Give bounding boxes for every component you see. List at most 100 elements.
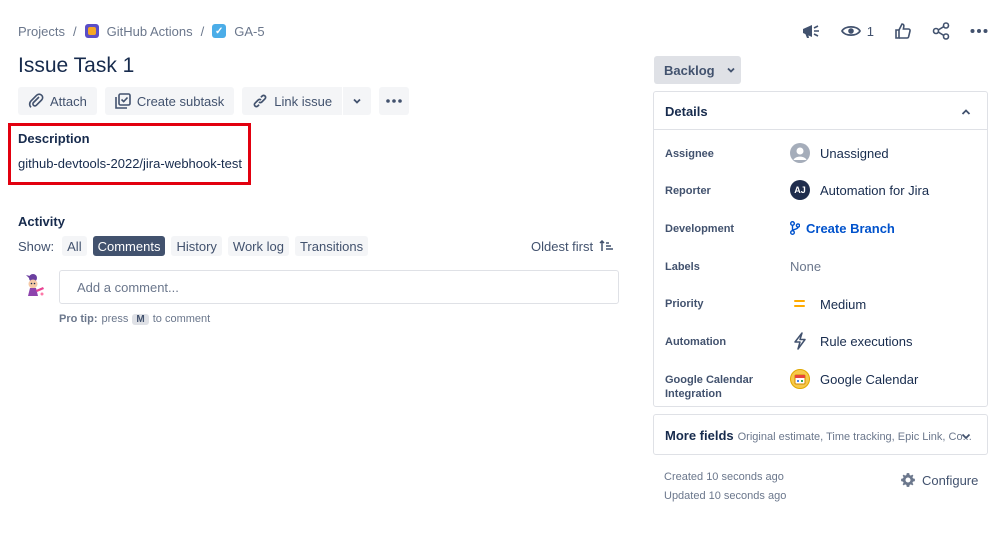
gear-icon <box>901 473 915 487</box>
keyboard-shortcut-key: M <box>132 313 149 325</box>
field-label-development: Development <box>665 223 735 235</box>
activity-heading: Activity <box>18 214 65 229</box>
current-user-avatar <box>26 274 44 296</box>
issue-toolbar: Attach Create subtask Link issue <box>18 87 410 115</box>
field-value-labels[interactable]: None <box>790 255 821 277</box>
breadcrumb-separator: / <box>72 23 77 39</box>
filter-history[interactable]: History <box>171 236 222 256</box>
field-value-reporter[interactable]: AJ Automation for Jira <box>790 179 929 201</box>
rule-executions-link[interactable]: Rule executions <box>790 330 913 352</box>
create-subtask-label: Create subtask <box>136 93 225 109</box>
sort-order-button[interactable]: Oldest first <box>531 236 614 256</box>
attach-label: Attach <box>50 93 87 109</box>
lightning-bolt-icon <box>794 332 806 350</box>
description-content[interactable]: github-devtools-2022/jira-webhook-test <box>18 156 242 171</box>
toolbar-more-button[interactable] <box>379 87 410 115</box>
field-value-assignee[interactable]: Unassigned <box>790 142 889 164</box>
comment-placeholder: Add a comment... <box>77 279 179 295</box>
pro-tip-pre: press <box>101 313 129 325</box>
breadcrumb-projects-link[interactable]: Projects <box>18 24 65 39</box>
pro-tip: Pro tip: press M to comment <box>59 311 210 327</box>
watch-button[interactable]: 1 <box>840 23 874 39</box>
chevron-down-icon <box>726 67 735 73</box>
paperclip-icon <box>28 93 44 108</box>
filter-all[interactable]: All <box>62 236 87 256</box>
priority-value: Medium <box>820 296 867 312</box>
breadcrumb-issue-key-link[interactable]: GA-5 <box>234 24 264 39</box>
field-label-assignee: Assignee <box>665 148 714 160</box>
google-calendar-link[interactable]: Google Calendar <box>790 368 918 390</box>
description-heading: Description <box>18 131 90 146</box>
create-branch-link[interactable]: Create Branch <box>790 217 895 239</box>
unassigned-avatar-icon <box>790 143 810 163</box>
task-type-icon: ✓ <box>212 24 227 38</box>
more-fields-summary: Original estimate, Time tracking, Epic L… <box>737 431 972 443</box>
field-label-priority: Priority <box>665 298 704 310</box>
assignee-name: Unassigned <box>820 145 889 161</box>
updated-timestamp: Updated 10 seconds ago <box>664 490 787 502</box>
more-actions-button[interactable] <box>970 28 988 34</box>
google-calendar-value: Google Calendar <box>820 371 919 387</box>
configure-button[interactable]: Configure <box>900 470 978 490</box>
share-button[interactable] <box>932 22 950 40</box>
link-issue-group: Link issue <box>242 87 372 115</box>
rule-executions-label: Rule executions <box>820 333 913 349</box>
more-fields-header[interactable]: More fields Original estimate, Time trac… <box>665 428 972 444</box>
project-avatar-icon <box>84 24 99 38</box>
show-label: Show: <box>18 238 55 254</box>
google-calendar-icon <box>790 369 810 389</box>
google-calendar-label-line1: Google Calendar <box>665 374 754 386</box>
chevron-down-icon <box>353 98 361 104</box>
field-label-automation: Automation <box>665 336 727 348</box>
share-icon <box>932 22 950 40</box>
issue-header-actions: 1 <box>801 18 988 44</box>
link-issue-label: Link issue <box>274 93 333 109</box>
breadcrumb: Projects / GitHub Actions / ✓ GA-5 <box>18 22 265 40</box>
activity-filter-bar: Show: All Comments History Work log Tran… <box>18 236 369 256</box>
megaphone-icon <box>802 25 819 38</box>
issue-title[interactable]: Issue Task 1 <box>18 54 134 78</box>
filter-transitions[interactable]: Transitions <box>294 236 369 256</box>
sort-ascending-icon <box>599 240 614 251</box>
details-divider <box>654 129 987 130</box>
filter-comments[interactable]: Comments <box>92 236 166 256</box>
more-fields-label: More fields <box>665 428 734 443</box>
chevron-down-icon[interactable] <box>958 428 974 444</box>
attach-button[interactable]: Attach <box>18 87 97 115</box>
branch-icon <box>790 221 800 235</box>
sort-order-label: Oldest first <box>531 238 594 254</box>
priority-medium-icon <box>794 300 805 307</box>
comment-input[interactable]: Add a comment... <box>59 270 619 304</box>
watchers-count: 1 <box>866 23 874 39</box>
breadcrumb-separator: / <box>200 23 205 39</box>
created-timestamp: Created 10 seconds ago <box>664 471 784 483</box>
pro-tip-post: to comment <box>152 313 211 325</box>
more-horizontal-icon <box>386 99 402 103</box>
pro-tip-label: Pro tip: <box>59 313 98 325</box>
status-dropdown[interactable]: Backlog <box>654 56 741 84</box>
breadcrumb-project-link[interactable]: GitHub Actions <box>107 24 193 39</box>
link-issue-button[interactable]: Link issue <box>242 87 343 115</box>
google-calendar-label-line2: Integration <box>665 388 722 400</box>
more-horizontal-icon <box>970 29 988 33</box>
link-icon <box>253 94 267 108</box>
field-label-labels: Labels <box>665 261 700 273</box>
create-branch-label: Create Branch <box>806 220 895 236</box>
status-label: Backlog <box>664 62 715 78</box>
details-panel <box>653 91 988 407</box>
field-value-priority[interactable]: Medium <box>790 293 866 315</box>
reporter-name: Automation for Jira <box>820 182 930 198</box>
field-label-reporter: Reporter <box>665 185 711 197</box>
chevron-up-icon[interactable] <box>958 104 974 120</box>
thumbs-up-icon <box>895 23 911 39</box>
create-subtask-button[interactable]: Create subtask <box>104 87 235 115</box>
details-heading[interactable]: Details <box>665 104 708 119</box>
filter-work-log[interactable]: Work log <box>227 236 289 256</box>
feedback-button[interactable] <box>801 22 821 40</box>
field-label-google-calendar: Google Calendar Integration <box>665 373 753 401</box>
subtask-icon <box>115 93 131 109</box>
link-issue-dropdown-button[interactable] <box>343 87 372 115</box>
vote-button[interactable] <box>894 22 912 40</box>
reporter-avatar: AJ <box>790 180 810 200</box>
eye-icon <box>840 25 861 37</box>
